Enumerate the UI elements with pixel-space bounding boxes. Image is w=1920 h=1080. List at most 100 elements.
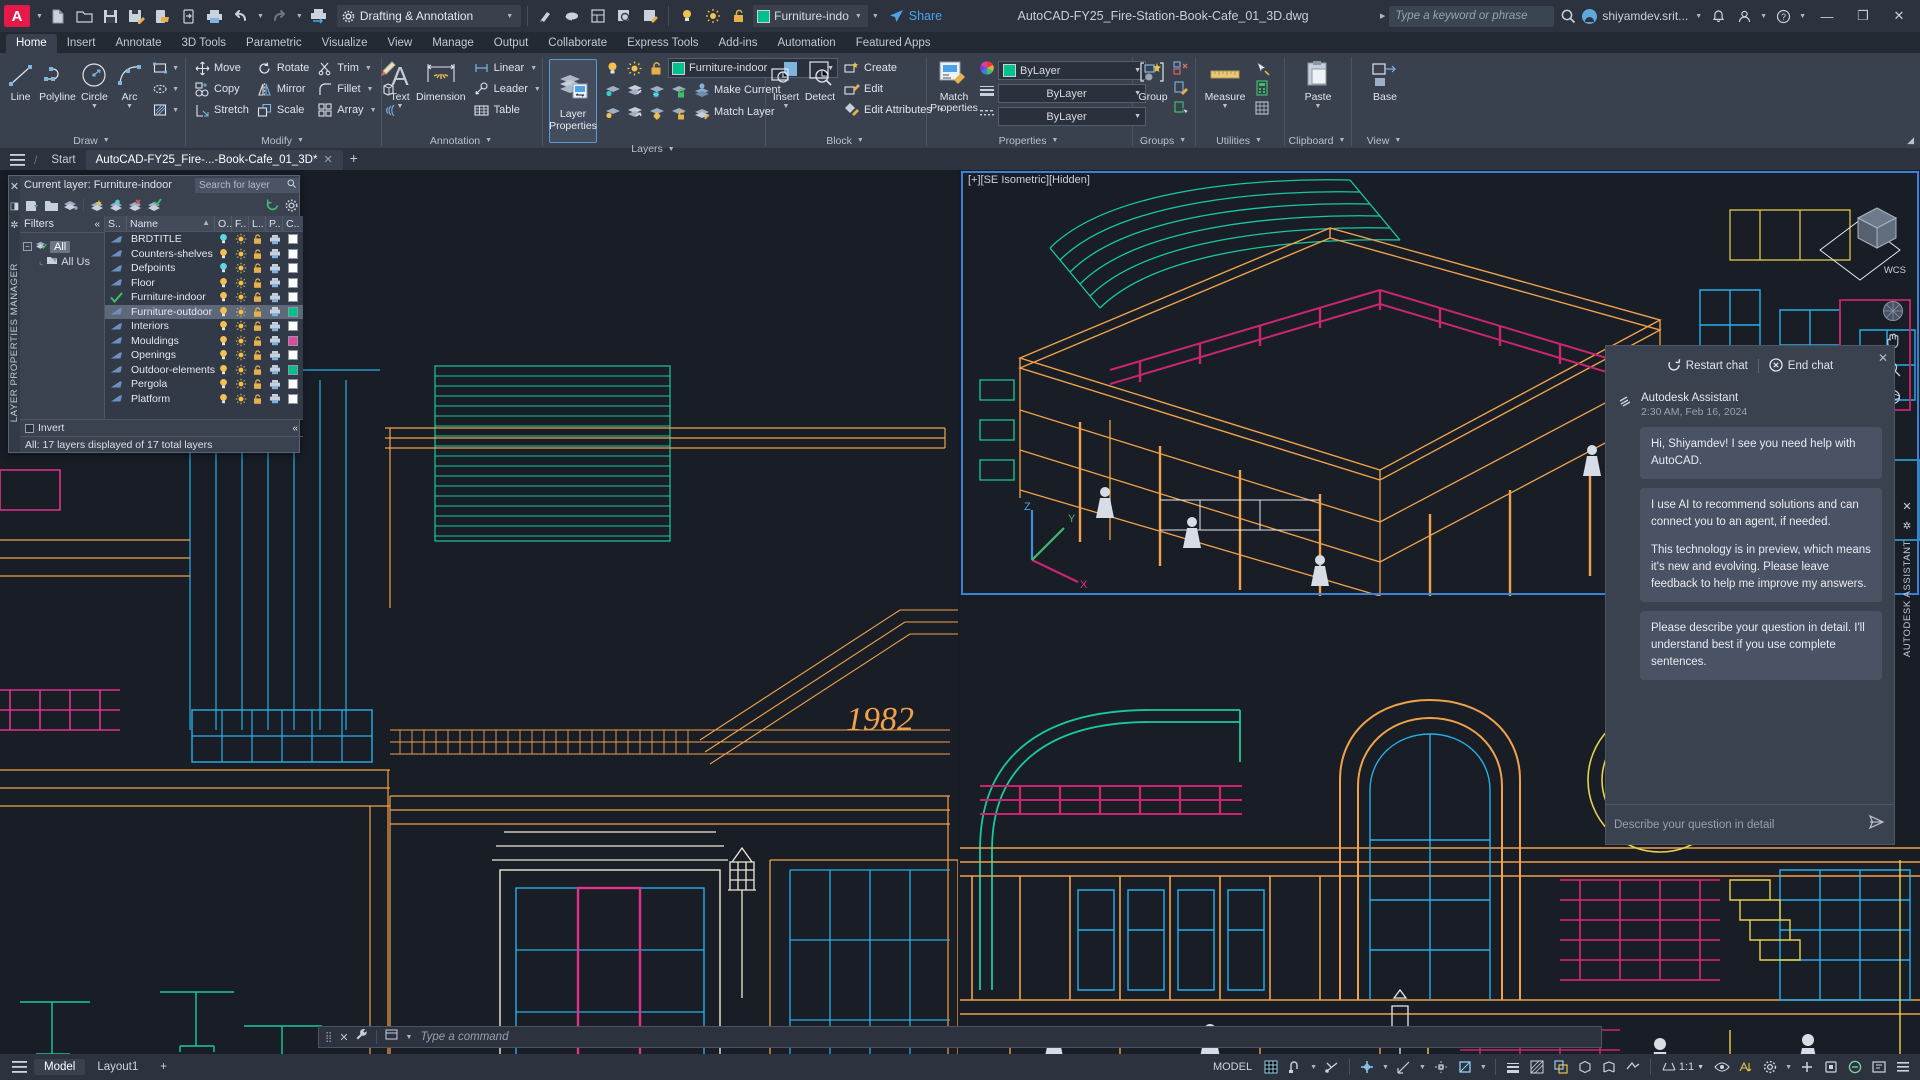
transparency-icon[interactable] — [1526, 1057, 1548, 1077]
account-icon[interactable] — [1732, 4, 1756, 28]
user-account-button[interactable]: shiyamdev.srit... ▼ — [1582, 8, 1704, 24]
help-icon[interactable]: ? — [1771, 4, 1795, 28]
plot-icon[interactable] — [266, 306, 283, 317]
arc-button[interactable]: Arc ▼ — [113, 58, 146, 112]
close-icon[interactable]: ✕ — [10, 180, 19, 193]
paste-button[interactable]: Paste ▼ — [1295, 58, 1341, 112]
filter-node-all[interactable]: − All — [23, 239, 101, 254]
tab-manage[interactable]: Manage — [422, 34, 484, 53]
leader-button[interactable]: Leader — [470, 79, 532, 99]
autodesk-assistant-panel[interactable]: Restart chat End chat ✕ Autodesk Assista… — [1605, 345, 1895, 845]
plot-icon[interactable] — [266, 335, 283, 346]
sun-icon[interactable] — [232, 378, 249, 390]
move-button[interactable]: Move — [190, 58, 253, 78]
workspace-chevron-down-icon[interactable]: ▼ — [504, 13, 515, 20]
app-menu-chevron-down-icon[interactable]: ▼ — [34, 13, 45, 20]
add-separator-icon[interactable] — [1796, 1057, 1818, 1077]
lightbulb-icon[interactable] — [215, 393, 232, 405]
lightbulb-icon[interactable] — [215, 364, 232, 376]
insert-chevron-down-icon[interactable]: ▼ — [783, 103, 790, 110]
linear-dimension-button[interactable]: Linear — [470, 58, 529, 78]
tab-3d-tools[interactable]: 3D Tools — [172, 34, 237, 53]
group-button[interactable]: Group — [1137, 58, 1169, 105]
group-selection-icon[interactable] — [1171, 98, 1191, 118]
color-wheel-icon[interactable] — [979, 60, 995, 81]
chevron-double-left-icon[interactable]: « — [94, 219, 100, 230]
layer-properties-manager[interactable]: ✕ ◨ ✲ LAYER PROPERTIES MANAGER Current l… — [8, 175, 304, 453]
table-row[interactable]: Mouldings — [105, 334, 303, 349]
delete-layer-icon[interactable] — [126, 196, 144, 214]
polar-chevron-down-icon[interactable]: ▼ — [1417, 1064, 1428, 1071]
object-snap-icon[interactable] — [1454, 1057, 1476, 1077]
layout-tab-layout1[interactable]: Layout1 — [87, 1059, 148, 1075]
quick-calc-icon[interactable] — [1252, 78, 1272, 98]
end-chat-button[interactable]: End chat — [1769, 357, 1833, 375]
new-tab-button[interactable]: + — [343, 148, 365, 170]
customization-icon[interactable] — [1892, 1057, 1914, 1077]
unlock-icon[interactable] — [249, 335, 266, 347]
history-icon[interactable] — [385, 1028, 398, 1046]
layer-lock-icon[interactable] — [668, 80, 688, 100]
ortho-chevron-down-icon[interactable]: ▼ — [1380, 1064, 1391, 1071]
view-panel-chevron-icon[interactable]: ▼ — [1392, 137, 1403, 144]
table-row[interactable]: BRDTITLE — [105, 232, 303, 247]
block-panel-chevron-icon[interactable]: ▼ — [855, 137, 866, 144]
plot-icon[interactable] — [266, 350, 283, 361]
layer-color-swatch[interactable] — [283, 379, 303, 390]
sun-icon[interactable] — [232, 335, 249, 347]
table-row[interactable]: Pergola — [105, 377, 303, 392]
table-button[interactable]: Table — [470, 100, 524, 120]
chat-input-row[interactable]: Describe your question in detail — [1606, 804, 1894, 844]
lightbulb-icon[interactable] — [215, 378, 232, 390]
ellipse-icon[interactable] — [150, 79, 170, 99]
search-icon[interactable] — [287, 179, 297, 191]
search-expand-icon[interactable]: ▶ — [1378, 12, 1387, 20]
table-row[interactable]: Openings — [105, 348, 303, 363]
array-button[interactable]: Array — [313, 100, 367, 120]
expand-collapse-icon[interactable]: − — [23, 242, 32, 251]
infer-constraints-icon[interactable] — [1321, 1057, 1343, 1077]
chevron-double-left-icon-2[interactable]: « — [292, 423, 298, 434]
tab-collaborate[interactable]: Collaborate — [538, 34, 617, 53]
tab-insert[interactable]: Insert — [57, 34, 106, 53]
inquiry-icon[interactable] — [560, 4, 584, 28]
annotation-edit-icon[interactable] — [638, 4, 662, 28]
send-icon[interactable] — [1868, 813, 1886, 836]
lightbulb-icon[interactable] — [215, 306, 232, 318]
share-button[interactable]: Share — [883, 9, 948, 24]
grip-icon[interactable]: ⣿ — [325, 1032, 333, 1043]
command-line[interactable]: ⣿ ✕ ▼ Type a command — [318, 1026, 1602, 1048]
layer-chevron-down-icon[interactable]: ▼ — [853, 13, 864, 20]
table-row[interactable]: Platform — [105, 392, 303, 407]
hatch-chevron-down-icon[interactable]: ▼ — [170, 107, 181, 114]
sun-icon[interactable] — [232, 320, 249, 332]
tab-output[interactable]: Output — [484, 34, 539, 53]
close-icon[interactable]: ✕ — [1902, 500, 1911, 513]
tab-automation[interactable]: Automation — [768, 34, 846, 53]
circle-button[interactable]: Circle ▼ — [78, 58, 111, 112]
table-row[interactable]: Counters-shelves — [105, 247, 303, 262]
block-editor-icon[interactable] — [586, 4, 610, 28]
isolate-objects-icon[interactable] — [1844, 1057, 1866, 1077]
rotate-button[interactable]: Rotate — [253, 58, 313, 78]
snap-chevron-down-icon[interactable]: ▼ — [1308, 1064, 1319, 1071]
layer-dropdown-titlebar[interactable]: Furniture-indo ▼ — [753, 5, 868, 27]
drawing-workspace[interactable]: 1982 Z X Y [+][SE Isometric][Hidden] ✕ ◨… — [0, 170, 1920, 1054]
sun-icon[interactable] — [701, 4, 725, 28]
workspace-switcher[interactable]: Drafting & Annotation ▼ — [336, 5, 522, 27]
unlock-icon[interactable] — [249, 320, 266, 332]
line-button[interactable]: Line — [4, 58, 37, 105]
rectangle-icon[interactable] — [150, 58, 170, 78]
linear-chevron-down-icon[interactable]: ▼ — [528, 65, 539, 72]
column-status[interactable]: S.. — [105, 216, 127, 231]
table-row[interactable]: Defpoints — [105, 261, 303, 276]
sun-icon[interactable] — [232, 277, 249, 289]
column-lock[interactable]: L.. — [249, 216, 267, 231]
command-chevron-down-icon[interactable]: ▼ — [404, 1034, 415, 1041]
layer-color-swatch[interactable] — [283, 393, 303, 404]
circle-chevron-down-icon[interactable]: ▼ — [91, 103, 98, 110]
table-row[interactable]: Furniture-indoor — [105, 290, 303, 305]
layer-settings-icon[interactable] — [282, 196, 300, 214]
match-properties-icon[interactable] — [534, 4, 558, 28]
new-group-filter-icon[interactable] — [42, 196, 60, 214]
